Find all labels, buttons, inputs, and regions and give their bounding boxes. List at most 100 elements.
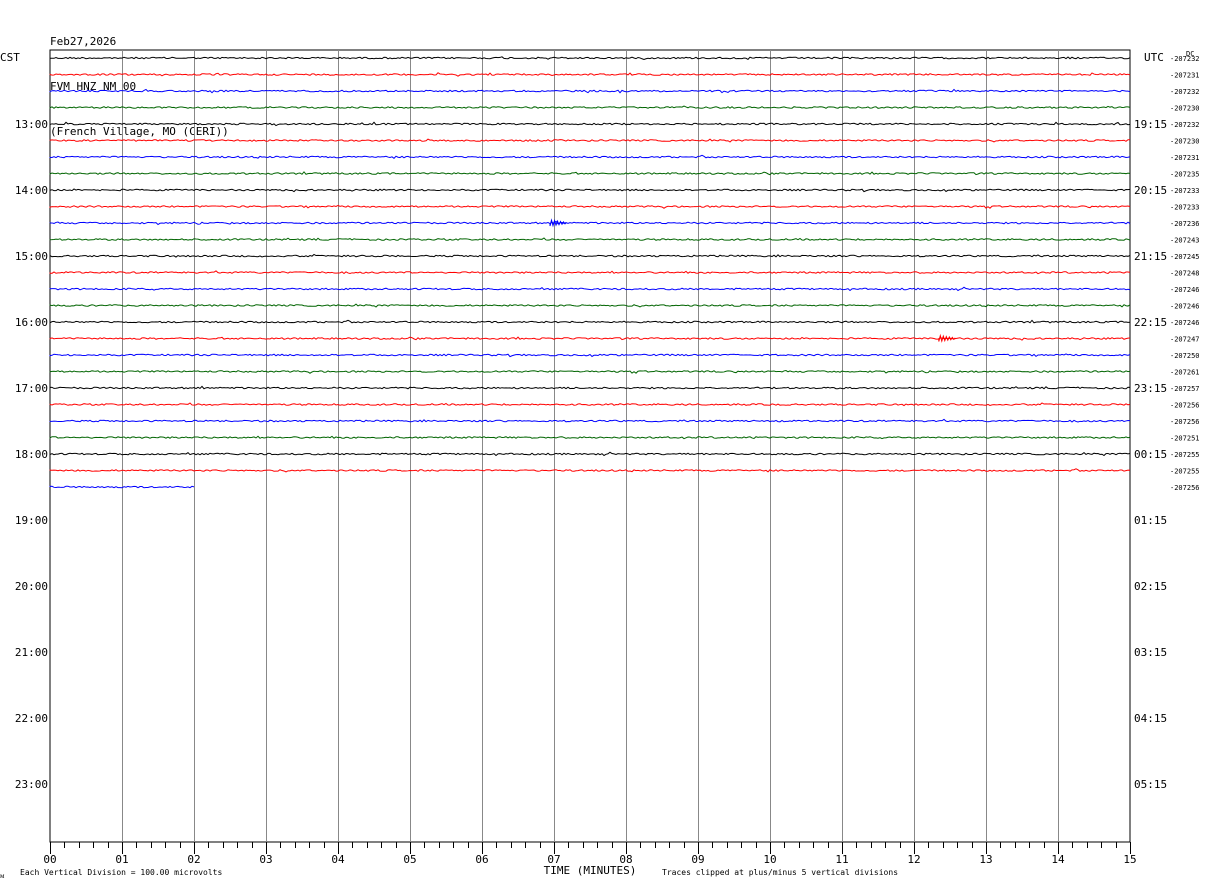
dc-offset-label: -207233 [1170, 187, 1200, 195]
dc-offset-label: -207256 [1170, 418, 1200, 426]
seismic-trace [49, 121, 1131, 127]
minute-grid [49, 49, 1131, 854]
utc-hour-label: 21:15 [1134, 250, 1167, 263]
utc-hour-label: 00:15 [1134, 448, 1167, 461]
utc-hour-label: 04:15 [1134, 712, 1167, 725]
x-tick-label: 12 [907, 853, 920, 866]
seismic-trace [49, 220, 1131, 226]
cst-hour-label: 13:00 [15, 118, 48, 131]
seismic-trace [49, 270, 1131, 275]
dc-offset-label: -207245 [1170, 253, 1200, 261]
scale-note: Each Vertical Division = 100.00 microvol… [20, 868, 222, 877]
dc-offset-label: -207255 [1170, 468, 1200, 476]
dc-offset-label: -207230 [1170, 138, 1200, 146]
seismic-trace [49, 370, 1131, 374]
x-tick-label: 04 [331, 853, 345, 866]
dc-offset-label: -207250 [1170, 352, 1200, 360]
seismic-trace [49, 88, 1131, 94]
seismic-traces [49, 56, 1131, 489]
cst-hour-label: 20:00 [15, 580, 48, 593]
seismic-trace [49, 253, 1131, 258]
x-tick-label: 02 [187, 853, 200, 866]
x-tick-label: 09 [691, 853, 704, 866]
utc-hour-label: 01:15 [1134, 514, 1167, 527]
seismic-trace [49, 72, 1131, 77]
dc-offset-label: -207246 [1170, 303, 1200, 311]
clip-note: Traces clipped at plus/minus 5 vertical … [662, 868, 898, 877]
seismic-trace [49, 468, 1131, 473]
plot-frame [49, 49, 1131, 843]
seismic-trace [49, 418, 1131, 423]
seismic-trace [49, 138, 1131, 143]
seismic-trace [49, 204, 1131, 209]
x-tick-label: 00 [43, 853, 56, 866]
x-tick-label: 01 [115, 853, 128, 866]
dc-offset-label: -207232 [1170, 88, 1200, 96]
dc-offset-label: -207233 [1170, 204, 1200, 212]
dc-offset-label: -207255 [1170, 451, 1200, 459]
utc-hour-label: 20:15 [1134, 184, 1167, 197]
x-tick-label: 10 [763, 853, 776, 866]
dc-offset-label: -207232 [1170, 121, 1200, 129]
utc-hour-label: 02:15 [1134, 580, 1167, 593]
seismic-event [938, 333, 956, 343]
x-tick-label: 14 [1051, 853, 1065, 866]
dc-offset-label: -207261 [1170, 369, 1200, 377]
cst-hour-label: 23:00 [15, 778, 48, 791]
x-axis-title: TIME (MINUTES) [544, 864, 637, 877]
dc-offset-label: -207235 [1170, 171, 1200, 179]
seismic-trace [49, 336, 1131, 341]
seismic-trace [49, 319, 1131, 324]
cst-hour-label: 17:00 [15, 382, 48, 395]
cst-hour-label: 14:00 [15, 184, 48, 197]
cst-hour-label: 19:00 [15, 514, 48, 527]
utc-label: UTC [1144, 51, 1164, 64]
dc-offset-label: -207248 [1170, 270, 1200, 278]
seismic-trace [49, 353, 1131, 358]
utc-hour-label: 22:15 [1134, 316, 1167, 329]
utc-hour-label: 05:15 [1134, 778, 1167, 791]
x-tick-label: 13 [979, 853, 992, 866]
cst-hour-label: 15:00 [15, 250, 48, 263]
cst-hour-label: 18:00 [15, 448, 48, 461]
dc-offset-label: -207246 [1170, 319, 1200, 327]
dc-offset-label: -207230 [1170, 105, 1200, 113]
dc-offset-label: -207257 [1170, 385, 1200, 393]
seismic-trace [49, 385, 1131, 390]
dc-offset-label: -207236 [1170, 220, 1200, 228]
x-tick-label: 11 [835, 853, 848, 866]
utc-hour-label: 03:15 [1134, 646, 1167, 659]
dc-offset-label: -207246 [1170, 286, 1200, 294]
seismic-trace [49, 188, 1131, 193]
seismic-trace [49, 105, 1131, 109]
dc-offset-label: -207247 [1170, 336, 1200, 344]
seismic-trace [49, 303, 1131, 308]
corner-mark: ᴍ [0, 872, 5, 880]
cst-hour-label: 22:00 [15, 712, 48, 725]
utc-hour-label: 19:15 [1134, 118, 1167, 131]
x-tick-label: 15 [1123, 853, 1136, 866]
cst-hour-label: 16:00 [15, 316, 48, 329]
helicorder-plot: CST UTC DC13:0014:0015:0016:0017:0018:0019… [0, 49, 1200, 880]
dc-offset-label: -207231 [1170, 72, 1200, 80]
dc-offset-label: -207232 [1170, 55, 1200, 63]
seismic-trace [49, 402, 1131, 407]
seismic-event [549, 218, 567, 228]
seismic-trace [49, 171, 1131, 176]
seismic-trace [49, 451, 1131, 457]
dc-offset-label: -207256 [1170, 402, 1200, 410]
seismic-trace [49, 154, 1131, 159]
dc-offset-label: -207243 [1170, 237, 1200, 245]
cst-label: CST [0, 51, 20, 64]
seismic-trace [49, 435, 1131, 440]
dc-offset-label: -207231 [1170, 154, 1200, 162]
dc-offset-label: -207256 [1170, 484, 1200, 492]
x-tick-label: 05 [403, 853, 416, 866]
seismic-trace [49, 56, 1131, 61]
seismic-trace [49, 286, 1131, 292]
x-tick-label: 03 [259, 853, 272, 866]
x-tick-label: 06 [475, 853, 488, 866]
utc-hour-label: 23:15 [1134, 382, 1167, 395]
dc-offset-label: -207251 [1170, 435, 1200, 443]
seismic-trace [49, 237, 1131, 241]
